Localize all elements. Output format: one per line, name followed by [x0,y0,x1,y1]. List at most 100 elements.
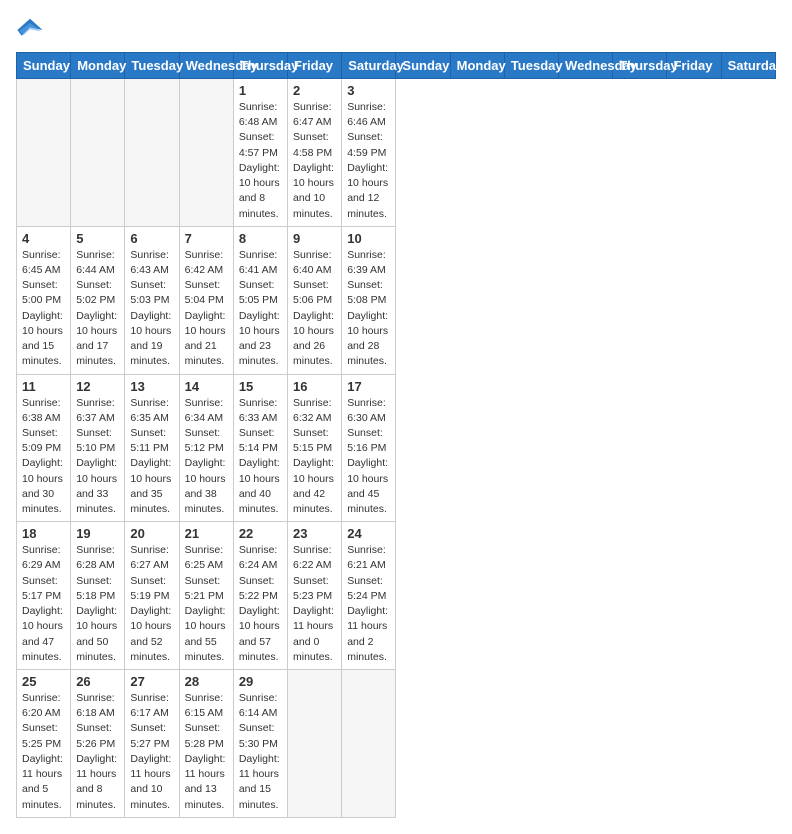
day-number: 15 [239,379,282,394]
day-number: 21 [185,526,228,541]
day-of-week-header: Wednesday [179,53,233,79]
calendar-body: 1 Sunrise: 6:48 AM Sunset: 4:57 PM Daylig… [17,79,776,818]
day-number: 11 [22,379,65,394]
day-number: 7 [185,231,228,246]
day-info: Sunrise: 6:43 AM Sunset: 5:03 PM Dayligh… [130,248,173,370]
day-of-week-header: Saturday [342,53,396,79]
calendar-header: SundayMondayTuesdayWednesdayThursdayFrid… [17,53,776,79]
calendar-cell [71,79,125,227]
day-of-week-header: Thursday [233,53,287,79]
calendar-cell: 20 Sunrise: 6:27 AM Sunset: 5:19 PM Dayli… [125,522,179,670]
calendar-week-row: 4 Sunrise: 6:45 AM Sunset: 5:00 PM Daylig… [17,226,776,374]
calendar-cell: 22 Sunrise: 6:24 AM Sunset: 5:22 PM Dayli… [233,522,287,670]
day-number: 19 [76,526,119,541]
day-number: 20 [130,526,173,541]
calendar-cell: 28 Sunrise: 6:15 AM Sunset: 5:28 PM Dayli… [179,670,233,818]
calendar-cell: 9 Sunrise: 6:40 AM Sunset: 5:06 PM Daylig… [288,226,342,374]
day-number: 26 [76,674,119,689]
day-info: Sunrise: 6:17 AM Sunset: 5:27 PM Dayligh… [130,691,173,813]
day-number: 22 [239,526,282,541]
day-number: 28 [185,674,228,689]
calendar-cell: 3Sunrise: 6:46 AM Sunset: 4:59 PM Daylig… [342,79,396,227]
day-info: Sunrise: 6:34 AM Sunset: 5:12 PM Dayligh… [185,396,228,518]
calendar-cell [342,670,396,818]
day-number: 27 [130,674,173,689]
day-info: Sunrise: 6:32 AM Sunset: 5:15 PM Dayligh… [293,396,336,518]
calendar-cell: 26 Sunrise: 6:18 AM Sunset: 5:26 PM Dayli… [71,670,125,818]
day-number: 6 [130,231,173,246]
calendar-cell: 17 Sunrise: 6:30 AM Sunset: 5:16 PM Dayli… [342,374,396,522]
day-number: 3 [347,83,390,98]
day-number: 24 [347,526,390,541]
calendar-cell: 5Sunrise: 6:44 AM Sunset: 5:02 PM Daylig… [71,226,125,374]
day-info: Sunrise: 6:40 AM Sunset: 5:06 PM Dayligh… [293,248,336,370]
day-info: Sunrise: 6:24 AM Sunset: 5:22 PM Dayligh… [239,543,282,665]
calendar-cell: 6 Sunrise: 6:43 AM Sunset: 5:03 PM Daylig… [125,226,179,374]
day-info: Sunrise: 6:38 AM Sunset: 5:09 PM Dayligh… [22,396,65,518]
calendar-cell: 24Sunrise: 6:21 AM Sunset: 5:24 PM Dayli… [342,522,396,670]
day-of-week-header: Sunday [17,53,71,79]
day-number: 17 [347,379,390,394]
day-info: Sunrise: 6:18 AM Sunset: 5:26 PM Dayligh… [76,691,119,813]
calendar-cell: 23 Sunrise: 6:22 AM Sunset: 5:23 PM Dayli… [288,522,342,670]
day-number: 10 [347,231,390,246]
day-of-week-header: Monday [450,53,504,79]
calendar-cell [17,79,71,227]
day-number: 4 [22,231,65,246]
day-info: Sunrise: 6:45 AM Sunset: 5:00 PM Dayligh… [22,248,65,370]
calendar-cell [179,79,233,227]
day-info: Sunrise: 6:25 AM Sunset: 5:21 PM Dayligh… [185,543,228,665]
day-of-week-header: Tuesday [125,53,179,79]
calendar-cell: 2Sunrise: 6:47 AM Sunset: 4:58 PM Daylig… [288,79,342,227]
day-info: Sunrise: 6:33 AM Sunset: 5:14 PM Dayligh… [239,396,282,518]
day-of-week-header: Wednesday [559,53,613,79]
day-info: Sunrise: 6:37 AM Sunset: 5:10 PM Dayligh… [76,396,119,518]
logo-bird-icon [16,16,44,44]
day-info: Sunrise: 6:35 AM Sunset: 5:11 PM Dayligh… [130,396,173,518]
day-number: 8 [239,231,282,246]
day-info: Sunrise: 6:39 AM Sunset: 5:08 PM Dayligh… [347,248,390,370]
day-info: Sunrise: 6:22 AM Sunset: 5:23 PM Dayligh… [293,543,336,665]
day-of-week-header: Thursday [613,53,667,79]
day-info: Sunrise: 6:30 AM Sunset: 5:16 PM Dayligh… [347,396,390,518]
day-of-week-header: Saturday [721,53,775,79]
calendar-table: SundayMondayTuesdayWednesdayThursdayFrid… [16,52,776,818]
calendar-cell: 27 Sunrise: 6:17 AM Sunset: 5:27 PM Dayli… [125,670,179,818]
day-of-week-header: Friday [667,53,721,79]
day-info: Sunrise: 6:14 AM Sunset: 5:30 PM Dayligh… [239,691,282,813]
calendar-week-row: 1 Sunrise: 6:48 AM Sunset: 4:57 PM Daylig… [17,79,776,227]
calendar-cell: 21 Sunrise: 6:25 AM Sunset: 5:21 PM Dayli… [179,522,233,670]
calendar-cell: 10 Sunrise: 6:39 AM Sunset: 5:08 PM Dayli… [342,226,396,374]
day-info: Sunrise: 6:41 AM Sunset: 5:05 PM Dayligh… [239,248,282,370]
day-info: Sunrise: 6:47 AM Sunset: 4:58 PM Dayligh… [293,100,336,222]
calendar-cell: 11 Sunrise: 6:38 AM Sunset: 5:09 PM Dayli… [17,374,71,522]
day-number: 9 [293,231,336,246]
calendar-cell: 7Sunrise: 6:42 AM Sunset: 5:04 PM Daylig… [179,226,233,374]
day-info: Sunrise: 6:29 AM Sunset: 5:17 PM Dayligh… [22,543,65,665]
calendar-cell: 29 Sunrise: 6:14 AM Sunset: 5:30 PM Dayli… [233,670,287,818]
day-number: 12 [76,379,119,394]
calendar-cell: 1 Sunrise: 6:48 AM Sunset: 4:57 PM Daylig… [233,79,287,227]
day-info: Sunrise: 6:15 AM Sunset: 5:28 PM Dayligh… [185,691,228,813]
day-info: Sunrise: 6:48 AM Sunset: 4:57 PM Dayligh… [239,100,282,222]
day-info: Sunrise: 6:44 AM Sunset: 5:02 PM Dayligh… [76,248,119,370]
day-info: Sunrise: 6:28 AM Sunset: 5:18 PM Dayligh… [76,543,119,665]
calendar-cell: 25Sunrise: 6:20 AM Sunset: 5:25 PM Dayli… [17,670,71,818]
page-header [16,16,776,44]
calendar-week-row: 11 Sunrise: 6:38 AM Sunset: 5:09 PM Dayli… [17,374,776,522]
day-of-week-header: Friday [288,53,342,79]
day-of-week-header: Sunday [396,53,450,79]
header-row: SundayMondayTuesdayWednesdayThursdayFrid… [17,53,776,79]
calendar-cell: 14 Sunrise: 6:34 AM Sunset: 5:12 PM Dayli… [179,374,233,522]
calendar-week-row: 18Sunrise: 6:29 AM Sunset: 5:17 PM Dayli… [17,522,776,670]
day-number: 23 [293,526,336,541]
day-of-week-header: Tuesday [504,53,558,79]
day-number: 29 [239,674,282,689]
calendar-cell: 4 Sunrise: 6:45 AM Sunset: 5:00 PM Daylig… [17,226,71,374]
day-number: 1 [239,83,282,98]
day-info: Sunrise: 6:27 AM Sunset: 5:19 PM Dayligh… [130,543,173,665]
calendar-cell: 19 Sunrise: 6:28 AM Sunset: 5:18 PM Dayli… [71,522,125,670]
calendar-cell [288,670,342,818]
day-info: Sunrise: 6:20 AM Sunset: 5:25 PM Dayligh… [22,691,65,813]
day-number: 14 [185,379,228,394]
